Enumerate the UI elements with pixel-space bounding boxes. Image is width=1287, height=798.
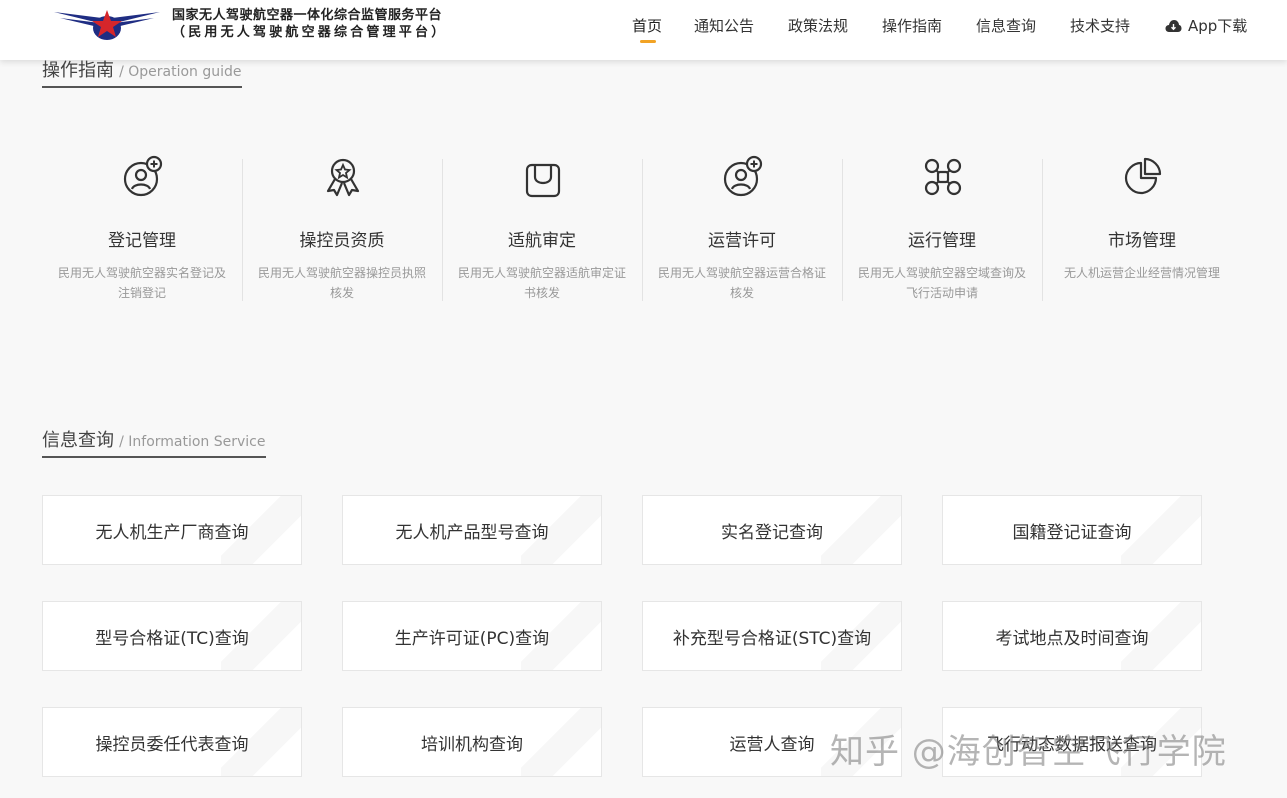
brand-title-line1: 国家无人驾驶航空器一体化综合监管服务平台 — [172, 8, 443, 23]
nav-active-indicator — [640, 40, 656, 43]
caac-logo-icon[interactable] — [52, 6, 162, 46]
query-button-training-org[interactable]: 培训机构查询 — [342, 707, 602, 777]
query-button-exam-location[interactable]: 考试地点及时间查询 — [942, 601, 1202, 671]
query-button-label: 生产许可证(PC)查询 — [394, 628, 550, 649]
nav-notices[interactable]: 通知公告 — [694, 15, 754, 36]
query-button-label: 国籍登记证查询 — [1012, 522, 1132, 543]
guide-item-operator-qualification[interactable]: 操控员资质 民用无人驾驶航空器操控员执照核发 — [242, 155, 442, 305]
operation-guide-heading-zh: 操作指南 — [42, 60, 114, 81]
guide-item-title: 运营许可 — [708, 231, 776, 251]
top-header: 国家无人驾驶航空器一体化综合监管服务平台 （民用无人驾驶航空器综合管理平台） 首… — [0, 0, 1287, 60]
guide-item-title: 运行管理 — [908, 231, 976, 251]
info-query-heading: 信息查询 / Information Service — [42, 426, 266, 458]
query-button-label: 运营人查询 — [729, 734, 815, 755]
user-add-icon — [723, 155, 763, 197]
guide-item-desc: 民用无人驾驶航空器空域查询及飞行活动申请 — [857, 266, 1026, 300]
query-button-real-name[interactable]: 实名登记查询 — [642, 495, 902, 565]
app-download-button[interactable]: App下载 — [1165, 15, 1247, 36]
guide-item-title: 操控员资质 — [299, 231, 385, 251]
pie-chart-icon — [1124, 157, 1162, 195]
nav-policies[interactable]: 政策法规 — [788, 15, 848, 36]
query-button-label: 无人机产品型号查询 — [395, 522, 549, 543]
award-medal-icon — [326, 158, 360, 197]
operation-guide-heading-en: / Operation guide — [119, 64, 242, 80]
user-add-icon — [123, 155, 163, 197]
guide-item-operation-permit[interactable]: 运营许可 民用无人驾驶航空器运营合格证核发 — [642, 155, 842, 305]
guide-item-title: 市场管理 — [1108, 231, 1176, 251]
guide-item-desc: 民用无人驾驶航空器运营合格证核发 — [657, 266, 826, 300]
query-button-label: 培训机构查询 — [421, 734, 523, 755]
guide-item-airworthiness[interactable]: 适航审定 民用无人驾驶航空器适航审定证书核发 — [442, 155, 642, 305]
nav-tech-support[interactable]: 技术支持 — [1070, 15, 1130, 36]
nav-info-query[interactable]: 信息查询 — [976, 15, 1036, 36]
query-button-label: 补充型号合格证(STC)查询 — [672, 628, 872, 649]
guide-item-title: 适航审定 — [508, 231, 576, 251]
guide-item-flight-management[interactable]: 运行管理 民用无人驾驶航空器空域查询及飞行活动申请 — [842, 155, 1042, 305]
query-button-label: 型号合格证(TC)查询 — [95, 628, 249, 649]
app-download-label: App下载 — [1188, 17, 1248, 35]
query-button-label: 考试地点及时间查询 — [995, 628, 1149, 649]
query-button-pc[interactable]: 生产许可证(PC)查询 — [342, 601, 602, 671]
guide-item-market-management[interactable]: 市场管理 无人机运营企业经营情况管理 — [1042, 155, 1242, 305]
nav-operation-guide[interactable]: 操作指南 — [882, 15, 942, 36]
operation-guide-heading: 操作指南 / Operation guide — [42, 56, 242, 88]
cloud-download-icon — [1165, 19, 1182, 32]
guide-item-desc: 无人机运营企业经营情况管理 — [1063, 266, 1220, 280]
query-button-label: 实名登记查询 — [721, 522, 823, 543]
drone-icon — [924, 158, 962, 196]
info-query-heading-en: / Information Service — [119, 434, 266, 450]
query-button-stc[interactable]: 补充型号合格证(STC)查询 — [642, 601, 902, 671]
query-button-operator-representative[interactable]: 操控员委任代表查询 — [42, 707, 302, 777]
query-button-label: 操控员委任代表查询 — [95, 734, 249, 755]
query-button-label: 无人机生产厂商查询 — [95, 522, 249, 543]
query-button-product-model[interactable]: 无人机产品型号查询 — [342, 495, 602, 565]
operation-guide-list: 登记管理 民用无人驾驶航空器实名登记及注销登记 操控员资质 民用无人驾驶航空器操… — [42, 155, 1242, 305]
query-button-nationality[interactable]: 国籍登记证查询 — [942, 495, 1202, 565]
info-query-heading-zh: 信息查询 — [42, 430, 114, 451]
guide-item-title: 登记管理 — [108, 231, 176, 251]
zhihu-watermark: 知乎 @海创智空飞行学院 — [830, 732, 1227, 772]
guide-item-desc: 民用无人驾驶航空器适航审定证书核发 — [457, 266, 626, 300]
bag-icon — [525, 163, 561, 198]
brand-title: 国家无人驾驶航空器一体化综合监管服务平台 （民用无人驾驶航空器综合管理平台） — [172, 7, 447, 41]
nav-home-label: 首页 — [632, 17, 663, 35]
query-button-manufacturer[interactable]: 无人机生产厂商查询 — [42, 495, 302, 565]
guide-item-desc: 民用无人驾驶航空器实名登记及注销登记 — [57, 266, 226, 300]
guide-item-desc: 民用无人驾驶航空器操控员执照核发 — [257, 266, 426, 300]
brand-title-line2: （民用无人驾驶航空器综合管理平台） — [172, 25, 448, 40]
nav-home[interactable]: 首页 — [632, 15, 663, 43]
query-button-tc[interactable]: 型号合格证(TC)查询 — [42, 601, 302, 671]
guide-item-registration[interactable]: 登记管理 民用无人驾驶航空器实名登记及注销登记 — [42, 155, 242, 305]
